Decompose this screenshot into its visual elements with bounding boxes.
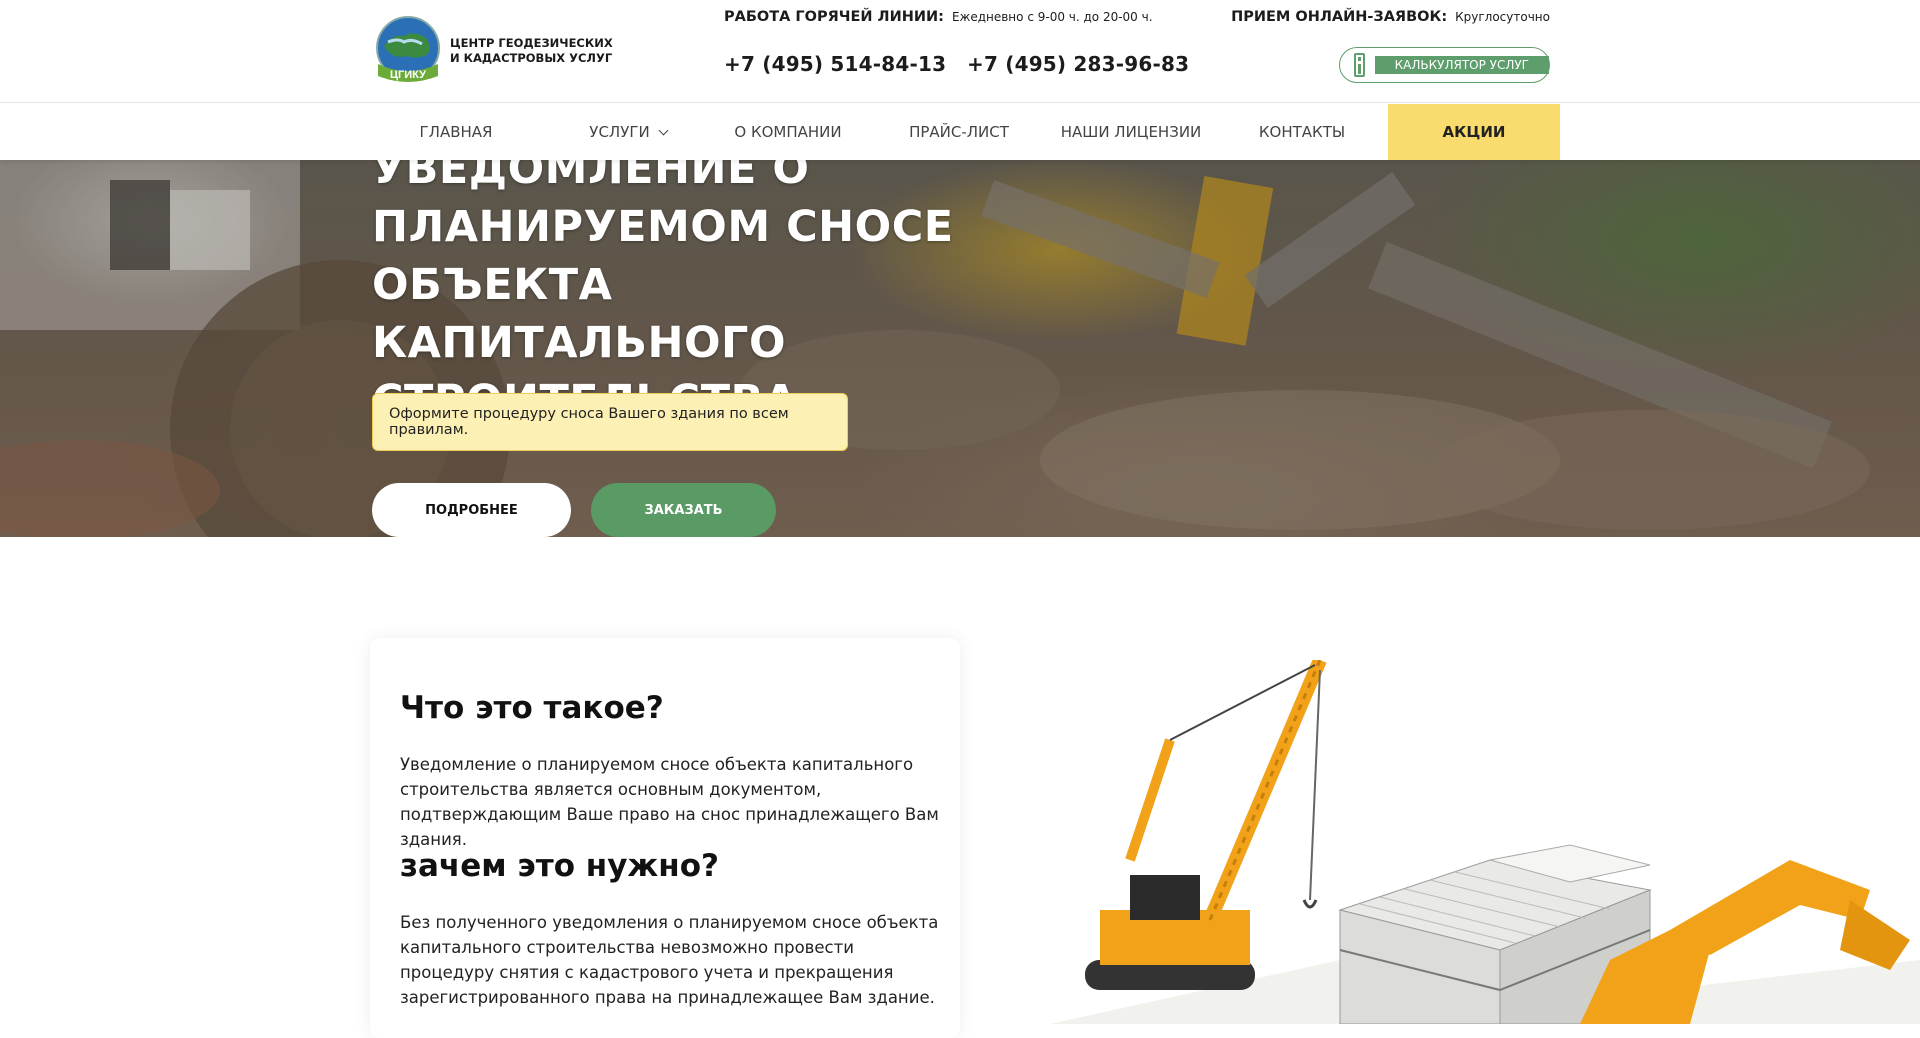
hero-title-line2: ПЛАНИРУЕМОМ СНОСЕ — [372, 202, 954, 252]
nav-item-label: АКЦИИ — [1442, 123, 1506, 141]
why-needed-text: Без полученного уведомления о планируемо… — [400, 913, 939, 1007]
logo-text-line1: ЦЕНТР ГЕОДЕЗИЧЕСКИХ — [450, 36, 613, 50]
online-label: ПРИЕМ ОНЛАЙН-ЗАЯВОК: — [1231, 9, 1448, 25]
nav-item-promotions[interactable]: АКЦИИ — [1388, 104, 1560, 160]
order-button[interactable]: ЗАКАЗАТЬ — [591, 483, 776, 537]
why-needed-heading: зачем это нужно? — [400, 848, 719, 884]
logo-text: ЦЕНТР ГЕОДЕЗИЧЕСКИХ И КАДАСТРОВЫХ УСЛУГ — [450, 36, 613, 66]
logo-text-line2: И КАДАСТРОВЫХ УСЛУГ — [450, 51, 613, 65]
what-is-text: Уведомление о планируемом сносе объекта … — [400, 755, 939, 849]
more-button[interactable]: ПОДРОБНЕЕ — [372, 483, 571, 537]
chevron-down-icon — [658, 125, 669, 135]
logo-globe-icon: ЦГИКУ — [374, 16, 442, 86]
nav-item-label: ПРАЙС-ЛИСТ — [909, 123, 1009, 141]
nav-item-label: НАШИ ЛИЦЕНЗИИ — [1060, 123, 1202, 141]
calculator-button[interactable]: КАЛЬКУЛЯТОР УСЛУГ — [1339, 47, 1550, 83]
nav-item-services[interactable]: УСЛУГИ — [542, 104, 714, 160]
nav-item-label: О КОМПАНИИ — [734, 123, 842, 141]
phone-link-2[interactable]: +7 (495) 283-96-83 — [967, 52, 1189, 76]
phone-link-1[interactable]: +7 (495) 514-84-13 — [724, 52, 946, 76]
hotline-hours: Ежедневно с 9-00 ч. до 20-00 ч. — [951, 10, 1153, 24]
hotline-info: РАБОТА ГОРЯЧЕЙ ЛИНИИ: Ежедневно с 9-00 ч.… — [724, 9, 1153, 25]
hero-banner: УВЕДОМЛЕНИЕ О ПЛАНИРУЕМОМ СНОСЕ ОБЪЕКТА … — [0, 160, 1920, 537]
main-nav: ГЛАВНАЯ УСЛУГИ О КОМПАНИИ ПРАЙС-ЛИСТ НАШ… — [0, 104, 1920, 160]
hotline-label: РАБОТА ГОРЯЧЕЙ ЛИНИИ: — [724, 9, 944, 25]
hero-title: УВЕДОМЛЕНИЕ О ПЛАНИРУЕМОМ СНОСЕ ОБЪЕКТА … — [372, 160, 1012, 430]
hero-note: Оформите процедуру сноса Вашего здания п… — [372, 393, 848, 451]
crane-graphic — [1085, 660, 1327, 990]
hero-title-line1: УВЕДОМЛЕНИЕ О — [372, 160, 810, 194]
logo-badge: ЦГИКУ — [390, 69, 426, 81]
nav-item-label: УСЛУГИ — [589, 123, 650, 141]
nav-item-licenses[interactable]: НАШИ ЛИЦЕНЗИИ — [1045, 104, 1217, 160]
nav-item-about[interactable]: О КОМПАНИИ — [702, 104, 874, 160]
online-requests-info: ПРИЕМ ОНЛАЙН-ЗАЯВОК: Круглосуточно — [1231, 9, 1550, 25]
nav-item-label: КОНТАКТЫ — [1258, 123, 1346, 141]
construction-illustration — [1050, 660, 1920, 1024]
hero-title-line3: ОБЪЕКТА КАПИТАЛЬНОГО — [372, 260, 786, 368]
nav-item-contacts[interactable]: КОНТАКТЫ — [1216, 104, 1388, 160]
what-is-heading: Что это такое? — [400, 690, 664, 726]
site-logo[interactable]: ЦГИКУ ЦЕНТР ГЕОДЕЗИЧЕСКИХ И КАДАСТРОВЫХ … — [374, 16, 614, 86]
nav-item-price[interactable]: ПРАЙС-ЛИСТ — [873, 104, 1045, 160]
nav-item-home[interactable]: ГЛАВНАЯ — [370, 104, 542, 160]
nav-item-label: ГЛАВНАЯ — [419, 123, 493, 141]
calculator-icon — [1354, 53, 1365, 77]
site-header: ЦГИКУ ЦЕНТР ГЕОДЕЗИЧЕСКИХ И КАДАСТРОВЫХ … — [0, 0, 1920, 103]
calculator-label: КАЛЬКУЛЯТОР УСЛУГ — [1374, 56, 1549, 74]
online-hours: Круглосуточно — [1455, 10, 1550, 24]
